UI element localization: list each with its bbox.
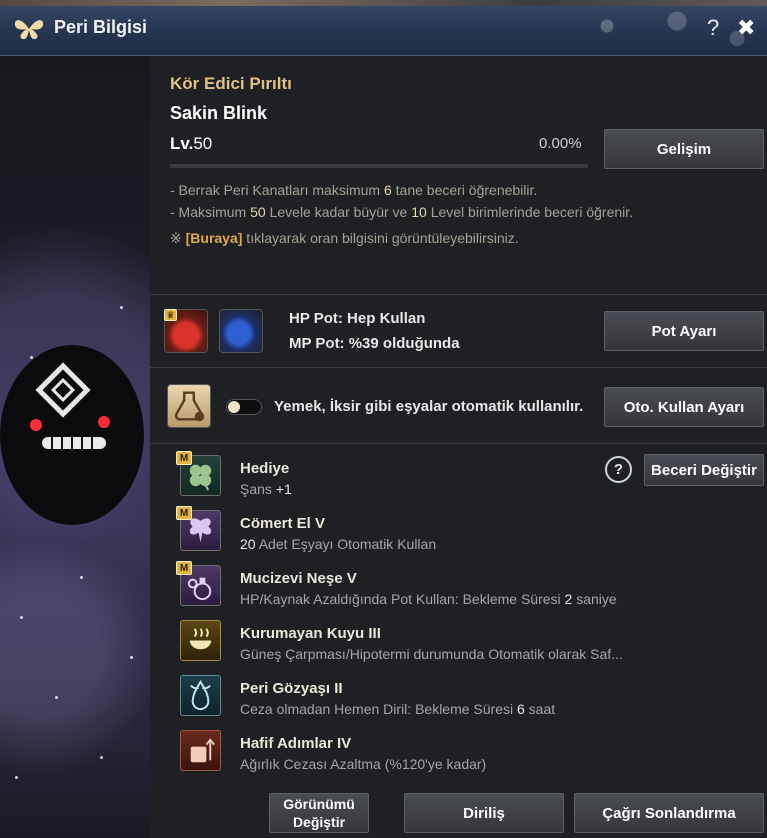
dismiss-summon-button[interactable]: Çağrı Sonlandırma (574, 793, 764, 833)
auto-use-settings-button[interactable]: Oto. Kullan Ayarı (604, 387, 764, 427)
exp-percent: 0.00% (539, 135, 582, 152)
skill-name: Hafif Adımlar IV (240, 735, 352, 752)
info-line-2: - Maksimum 50 Levele kadar büyür ve 10 L… (170, 204, 633, 220)
divider (150, 367, 767, 368)
mp-potion-icon (219, 309, 263, 353)
info-text: - Berrak Peri Kanatları maksimum (170, 182, 384, 198)
divider (150, 294, 767, 295)
skill-description: 20 Adet Eşyayı Otomatik Kullan (240, 536, 436, 552)
grow-button[interactable]: Gelişim (604, 129, 764, 169)
change-skill-button[interactable]: Beceri Değiştir (644, 454, 764, 486)
auto-use-flask-icon (167, 384, 211, 428)
skill-desc-text: Ceza olmadan Hemen Diril: Bekleme Süresi (240, 701, 517, 717)
fairy-name: Sakin Blink (170, 103, 268, 123)
skill-description: Ceza olmadan Hemen Diril: Bekleme Süresi… (240, 701, 555, 717)
button-label-line: Değiştir (292, 814, 346, 830)
info-text: Level birimlerinde beceri öğrenir. (426, 204, 634, 220)
bowl-icon (180, 620, 221, 661)
info-text: - Maksimum (170, 204, 251, 220)
fairy-level: Lv.50 (170, 134, 212, 154)
auto-use-toggle[interactable] (226, 399, 262, 415)
info-number: 10 (411, 204, 427, 220)
hp-pot-setting: HP Pot: Hep Kullan (289, 310, 426, 327)
info-panel (150, 56, 767, 838)
skill-desc-text: Ağırlık Cezası Azaltma (%120'ye kadar) (240, 756, 487, 772)
auto-use-text: Yemek, İksir gibi eşyalar otomatik kulla… (274, 398, 584, 415)
note-mark: ※ (170, 230, 186, 246)
fairy-mascot-image (0, 345, 144, 525)
fairy-skill-title: Kör Edici Pırıltı (170, 74, 292, 93)
button-label-line: Görünümü (283, 796, 355, 812)
skill-name: Cömert El V (240, 515, 326, 532)
info-text: tıklayarak oran bilgisini görüntüleyebil… (242, 230, 519, 246)
m-badge: M (176, 561, 192, 575)
level-prefix: Lv. (170, 134, 194, 153)
m-badge: M (176, 451, 192, 465)
skill-desc-text: HP/Kaynak Azaldığında Pot Kullan: Beklem… (240, 591, 565, 607)
m-badge: M (176, 506, 192, 520)
info-text: tane beceri öğrenebilir. (391, 182, 538, 198)
skill-desc-text: Adet Eşyayı Otomatik Kullan (255, 536, 437, 552)
butterfly-icon (14, 20, 44, 40)
info-line-3: ※ [Buraya] tıklayarak oran bilgisini gör… (170, 230, 519, 247)
change-appearance-button[interactable]: Görünümü Değiştir (269, 793, 369, 833)
close-button[interactable]: ✖ (737, 15, 755, 41)
tear-icon (180, 675, 221, 716)
crown-badge-icon: ♛ (164, 309, 177, 321)
rate-info-link[interactable]: [Buraya] (186, 230, 243, 246)
skill-desc-text: saniye (572, 591, 617, 607)
weight-icon (180, 730, 221, 771)
info-line-1: - Berrak Peri Kanatları maksimum 6 tane … (170, 182, 537, 198)
window-title: Peri Bilgisi (54, 17, 148, 37)
pot-settings-button[interactable]: Pot Ayarı (604, 311, 764, 351)
skill-desc-text: saat (524, 701, 556, 717)
divider (150, 443, 767, 444)
info-number: 50 (250, 204, 266, 220)
skill-name: Hediye (240, 460, 290, 477)
skill-description: Şans +1 (240, 481, 292, 497)
info-text: Levele kadar büyür ve (265, 204, 412, 220)
skill-description: HP/Kaynak Azaldığında Pot Kullan: Beklem… (240, 591, 617, 607)
mp-pot-setting: MP Pot: %39 olduğunda (289, 335, 460, 352)
skill-name: Kurumayan Kuyu III (240, 625, 381, 642)
skill-name: Mucizevi Neşe V (240, 570, 357, 587)
revive-button[interactable]: Diriliş (404, 793, 564, 833)
exp-bar (170, 164, 588, 168)
toggle-knob (228, 401, 240, 413)
skill-desc-number: +1 (275, 481, 292, 497)
skills-help-button[interactable]: ? (605, 456, 632, 483)
skill-description: Ağırlık Cezası Azaltma (%120'ye kadar) (240, 756, 486, 772)
level-value: 50 (193, 134, 213, 153)
skill-desc-text: Şans (240, 481, 276, 497)
skill-name: Peri Gözyaşı II (240, 680, 343, 697)
skill-desc-number: 20 (240, 536, 256, 552)
skill-description: Güneş Çarpması/Hipotermi durumunda Otoma… (240, 646, 623, 662)
info-number: 6 (383, 182, 392, 198)
skill-desc-number: 6 (517, 701, 525, 717)
hp-potion-icon: ♛ (164, 309, 208, 353)
help-button[interactable]: ? (707, 15, 719, 41)
skill-desc-text: Güneş Çarpması/Hipotermi durumunda Otoma… (240, 646, 623, 662)
